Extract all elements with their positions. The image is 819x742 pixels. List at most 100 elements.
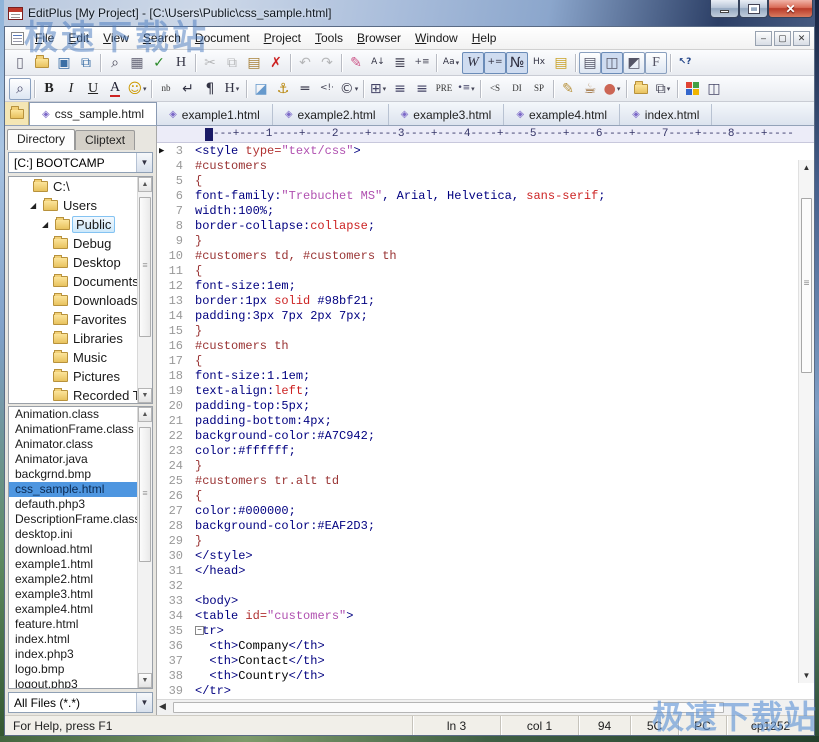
minimize-button[interactable]	[710, 0, 739, 18]
file-item-example4-html[interactable]: example4.html	[9, 602, 152, 617]
menu-view[interactable]: View	[96, 28, 136, 48]
maximize-button[interactable]	[739, 0, 768, 18]
new-file-button[interactable]: ▯	[9, 52, 31, 74]
mdi-minimize-button[interactable]: –	[755, 31, 772, 46]
scroll-down-icon[interactable]: ▼	[138, 388, 152, 403]
code-line-12[interactable]: 12font-size:1em;	[157, 279, 798, 294]
align-center-button[interactable]: ≡	[411, 78, 433, 100]
auto-indent-button[interactable]: +=	[484, 52, 506, 74]
indent-button[interactable]: +≡	[411, 52, 433, 74]
tree-item-recorded-tv[interactable]: Recorded TV	[9, 386, 152, 404]
align-left-button[interactable]: ≡	[389, 78, 411, 100]
tab-index.html[interactable]: ◈index.html	[620, 104, 712, 125]
code-line-32[interactable]: 32	[157, 579, 798, 594]
code-fold-icon[interactable]: −	[195, 626, 204, 635]
tree-item-debug[interactable]: Debug	[9, 234, 152, 253]
horizontal-rule-button[interactable]: ═	[294, 78, 316, 100]
strike-button[interactable]: <S	[484, 78, 506, 100]
menu-edit[interactable]: Edit	[61, 28, 96, 48]
file-item-desktop-ini[interactable]: desktop.ini	[9, 527, 152, 542]
image-button[interactable]: ◪	[250, 78, 272, 100]
code-line-15[interactable]: 15}	[157, 324, 798, 339]
tree-item-downloads[interactable]: Downloads	[9, 291, 152, 310]
tab-example2.html[interactable]: ◈example2.html	[273, 104, 389, 125]
table-button[interactable]: ⊞▾	[367, 78, 389, 100]
list-button[interactable]: •≡▾	[455, 78, 477, 100]
close-button[interactable]: ✕	[768, 0, 813, 18]
editor-area[interactable]: ---+----1----+----2----+----3----+----4-…	[157, 126, 814, 715]
font-button[interactable]: Aa▾	[440, 52, 462, 74]
file-item-logo-bmp[interactable]: logo.bmp	[9, 662, 152, 677]
tab-list-button[interactable]	[5, 102, 29, 125]
tree-item-libraries[interactable]: Libraries	[9, 329, 152, 348]
scroll-down-icon[interactable]: ▼	[799, 671, 814, 680]
file-item-css-sample-html[interactable]: css_sample.html	[9, 482, 152, 497]
window-layout-button[interactable]: ◫	[703, 78, 725, 100]
menu-window[interactable]: Window	[408, 28, 465, 48]
underline-button[interactable]: U	[82, 78, 104, 100]
object-colors-button[interactable]: ●▾	[601, 78, 623, 100]
tree-item-c-[interactable]: C:\	[9, 177, 152, 196]
tree-scrollbar-thumb[interactable]	[139, 197, 151, 337]
code-line-16[interactable]: 16#customers th	[157, 339, 798, 354]
new-window-button[interactable]: ⧉▾	[652, 78, 674, 100]
save-button[interactable]: ▣	[53, 52, 75, 74]
sidebar-tab-directory[interactable]: Directory	[7, 129, 75, 150]
windows-logo-button[interactable]	[681, 78, 703, 100]
paragraph-button[interactable]: ¶	[199, 78, 221, 100]
code-line-4[interactable]: 4#customers	[157, 159, 798, 174]
code-line-34[interactable]: 34<table id="customers">	[157, 609, 798, 624]
file-list-scrollbar[interactable]: ▲ ▼	[137, 407, 152, 688]
code-line-27[interactable]: 27color:#000000;	[157, 504, 798, 519]
code-line-39[interactable]: 39</tr>	[157, 684, 798, 699]
tab-css_sample.html[interactable]: ◈css_sample.html	[29, 102, 157, 125]
print-preview-button[interactable]: ⌕	[104, 52, 126, 74]
tree-scrollbar[interactable]: ▲ ▼	[137, 177, 152, 403]
word-wrap-button[interactable]: W	[462, 52, 484, 74]
file-item-example1-html[interactable]: example1.html	[9, 557, 152, 572]
code-area[interactable]: ▶3<style type="text/css">4#customers5{6f…	[157, 143, 814, 699]
scroll-down-icon[interactable]: ▼	[138, 673, 152, 688]
spell-check-button[interactable]: ✓	[148, 52, 170, 74]
scroll-up-icon[interactable]: ▲	[138, 177, 152, 192]
tree-item-favorites[interactable]: Favorites	[9, 310, 152, 329]
code-line-38[interactable]: 38 <th>Country</th>	[157, 669, 798, 684]
paste-button[interactable]: ▤	[243, 52, 265, 74]
file-item-animation-class[interactable]: Animation.class	[9, 407, 152, 422]
tree-item-public[interactable]: ◢Public	[9, 215, 152, 234]
toolbar-toggle-button[interactable]: ▤	[579, 52, 601, 74]
file-filter-selector[interactable]: All Files (*.*) ▼	[8, 692, 153, 713]
code-line-3[interactable]: ▶3<style type="text/css">	[157, 144, 798, 159]
file-item-descriptionframe-class[interactable]: DescriptionFrame.class	[9, 512, 152, 527]
tab-example3.html[interactable]: ◈example3.html	[389, 104, 505, 125]
menu-help[interactable]: Help	[465, 28, 504, 48]
file-item-animator-class[interactable]: Animator.class	[9, 437, 152, 452]
file-item-backgrnd-bmp[interactable]: backgrnd.bmp	[9, 467, 152, 482]
editor-horizontal-scrollbar[interactable]: ◀	[157, 699, 814, 715]
sidebar-tab-cliptext[interactable]: Cliptext	[75, 130, 135, 150]
code-line-18[interactable]: 18font-size:1.1em;	[157, 369, 798, 384]
open-folder-button[interactable]	[31, 52, 53, 74]
span-button[interactable]: SP	[528, 78, 550, 100]
code-line-25[interactable]: 25#customers tr.alt td	[157, 474, 798, 489]
pre-button[interactable]: PRE	[433, 78, 455, 100]
file-item-defauth-php3[interactable]: defauth.php3	[9, 497, 152, 512]
code-line-8[interactable]: 8border-collapse:collapse;	[157, 219, 798, 234]
delete-button[interactable]: ✗	[265, 52, 287, 74]
duplicate-line-button[interactable]: ≣	[389, 52, 411, 74]
code-line-14[interactable]: 14padding:3px 7px 2px 7px;	[157, 309, 798, 324]
sort-button[interactable]: A↓	[367, 52, 389, 74]
tree-item-documents[interactable]: Documents	[9, 272, 152, 291]
code-line-35[interactable]: 35−<tr>	[157, 624, 798, 639]
file-item-animationframe-class[interactable]: AnimationFrame.class	[9, 422, 152, 437]
code-line-31[interactable]: 31</head>	[157, 564, 798, 579]
tree-item-desktop[interactable]: Desktop	[9, 253, 152, 272]
scroll-left-icon[interactable]: ◀	[159, 701, 166, 712]
file-item-logout-php3[interactable]: logout.php3	[9, 677, 152, 689]
drive-selector[interactable]: [C:] BOOTCAMP ▼	[8, 152, 153, 173]
code-line-30[interactable]: 30</style>	[157, 549, 798, 564]
menu-browser[interactable]: Browser	[350, 28, 408, 48]
code-line-29[interactable]: 29}	[157, 534, 798, 549]
code-line-5[interactable]: 5{	[157, 174, 798, 189]
code-line-37[interactable]: 37 <th>Contact</th>	[157, 654, 798, 669]
